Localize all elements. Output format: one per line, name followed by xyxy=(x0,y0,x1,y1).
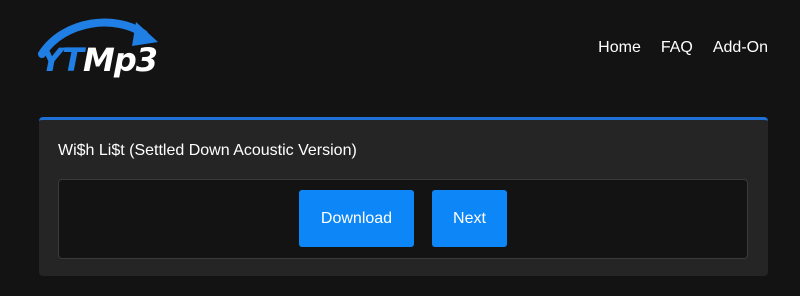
result-card: Wi$h Li$t (Settled Down Acoustic Version… xyxy=(39,117,768,276)
ytmp3-logo[interactable]: YTMp3 xyxy=(36,14,170,84)
nav-link-faq[interactable]: FAQ xyxy=(661,38,693,58)
nav-link-add-on[interactable]: Add-On xyxy=(713,38,768,58)
main-nav: Home FAQ Add-On xyxy=(598,38,768,58)
logo-wordmark: YTMp3 xyxy=(40,41,158,79)
download-button[interactable]: Download xyxy=(299,190,414,247)
action-box: Download Next xyxy=(58,179,748,259)
next-button[interactable]: Next xyxy=(432,190,507,247)
logo-yt-text: YT xyxy=(40,41,84,79)
logo-mp3-text: Mp3 xyxy=(83,41,158,79)
video-title: Wi$h Li$t (Settled Down Acoustic Version… xyxy=(58,142,357,159)
page: YTMp3 Home FAQ Add-On Wi$h Li$t (Settled… xyxy=(0,0,800,296)
nav-link-home[interactable]: Home xyxy=(598,38,641,58)
